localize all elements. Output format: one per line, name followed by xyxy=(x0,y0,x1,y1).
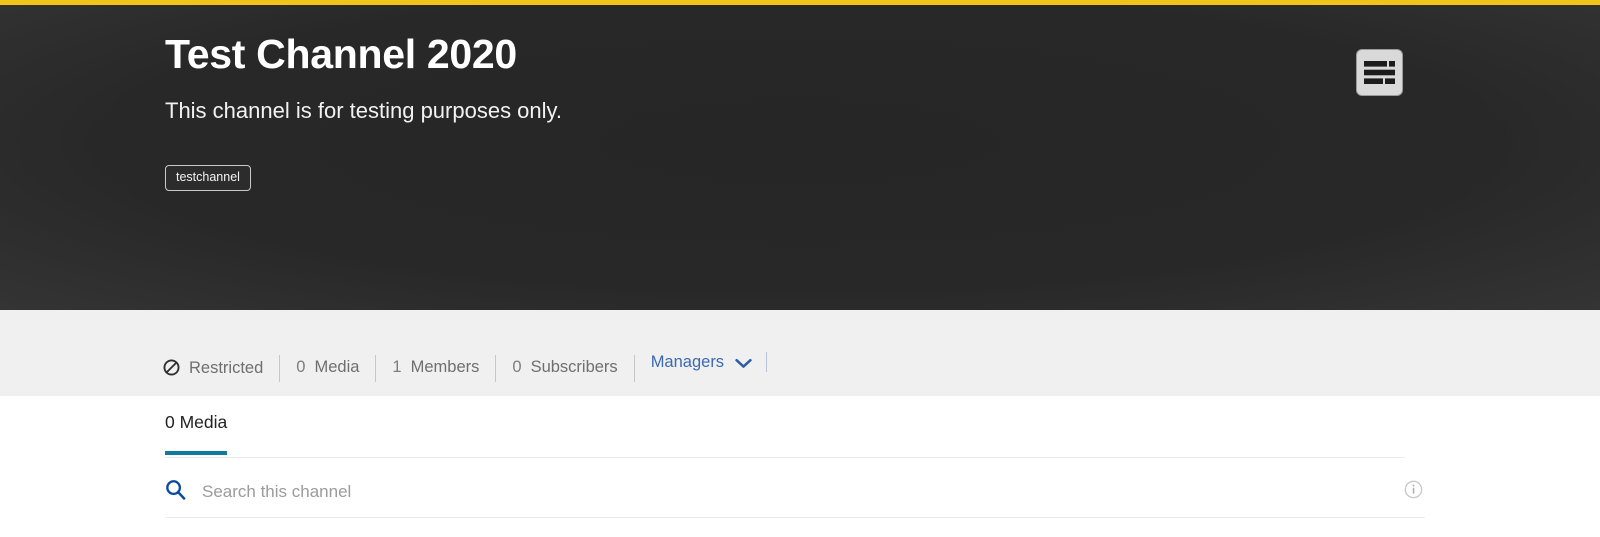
stat-media: 0 Media xyxy=(296,358,375,377)
stat-members: 1 Members xyxy=(392,358,495,377)
stat-subscribers-label: Subscribers xyxy=(530,357,618,376)
stat-divider xyxy=(495,354,497,382)
channel-tabs: 0 Media xyxy=(165,412,1405,458)
stat-restricted: Restricted xyxy=(163,356,279,378)
channel-stats-bar: Restricted 0 Media 1 Members 0 Subscribe… xyxy=(0,310,1600,396)
channel-main-content: 0 Media xyxy=(0,396,1600,537)
stat-media-count: 0 xyxy=(296,357,306,376)
channel-tag[interactable]: testchannel xyxy=(165,165,251,191)
search-input[interactable] xyxy=(202,481,1404,502)
stat-divider xyxy=(375,354,377,382)
channel-description: This channel is for testing purposes onl… xyxy=(165,98,563,123)
restricted-icon xyxy=(163,359,180,381)
info-icon[interactable] xyxy=(1404,480,1423,504)
stat-restricted-label: Restricted xyxy=(189,359,264,377)
channel-stats-list: Restricted 0 Media 1 Members 0 Subscribe… xyxy=(163,310,768,396)
stat-divider xyxy=(279,354,281,382)
list-view-icon xyxy=(1364,61,1395,84)
stat-members-label: Members xyxy=(410,357,480,376)
stat-subscribers: 0 Subscribers xyxy=(512,358,633,377)
stat-subscribers-count: 0 xyxy=(512,357,522,376)
hero-content: Test Channel 2020 This channel is for te… xyxy=(165,5,1405,310)
stat-media-label: Media xyxy=(314,357,360,376)
channel-tag-list: testchannel xyxy=(165,165,251,191)
tab-media[interactable]: 0 Media xyxy=(165,412,228,455)
channel-search-row xyxy=(165,466,1425,518)
channel-hero-banner: Test Channel 2020 This channel is for te… xyxy=(0,5,1600,310)
stat-divider xyxy=(633,354,635,382)
managers-label: Managers xyxy=(650,352,725,371)
channel-list-view-button[interactable] xyxy=(1356,49,1403,96)
search-icon[interactable] xyxy=(165,479,186,505)
stat-members-count: 1 xyxy=(392,357,402,376)
managers-dropdown[interactable]: Managers xyxy=(651,353,766,372)
managers-divider xyxy=(766,352,768,372)
chevron-down-icon xyxy=(735,355,752,374)
channel-title: Test Channel 2020 xyxy=(165,31,517,77)
